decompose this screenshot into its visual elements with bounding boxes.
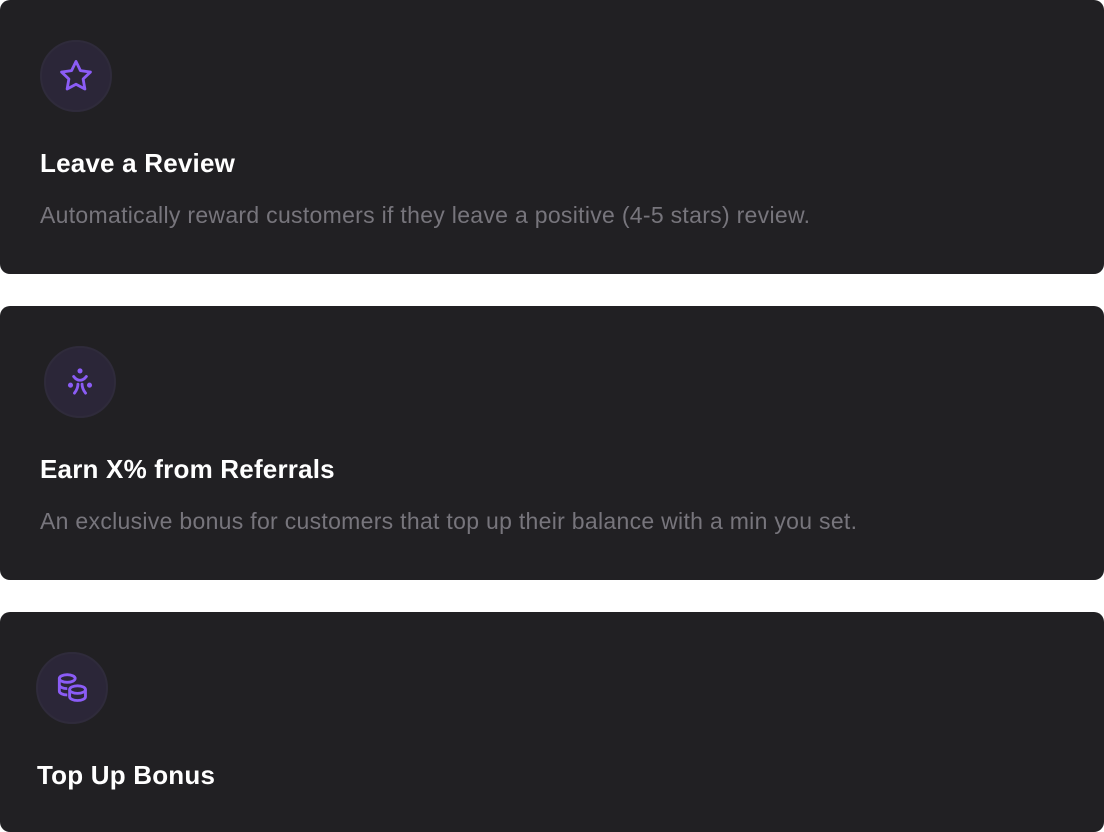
coins-icon <box>36 652 108 724</box>
star-icon <box>40 40 112 112</box>
card-description: Automatically reward customers if they l… <box>40 202 811 228</box>
reward-card-leave-review[interactable]: Leave a Review Automatically reward cust… <box>0 0 1104 274</box>
reward-card-top-up-bonus[interactable]: Top Up Bonus <box>0 612 1104 832</box>
card-title: Earn X% from Referrals <box>40 454 335 484</box>
card-title: Top Up Bonus <box>37 760 216 790</box>
referral-people-icon <box>44 346 116 418</box>
card-description: An exclusive bonus for customers that to… <box>40 508 858 534</box>
reward-card-referrals[interactable]: Earn X% from Referrals An exclusive bonu… <box>0 306 1104 580</box>
card-title: Leave a Review <box>40 148 236 178</box>
